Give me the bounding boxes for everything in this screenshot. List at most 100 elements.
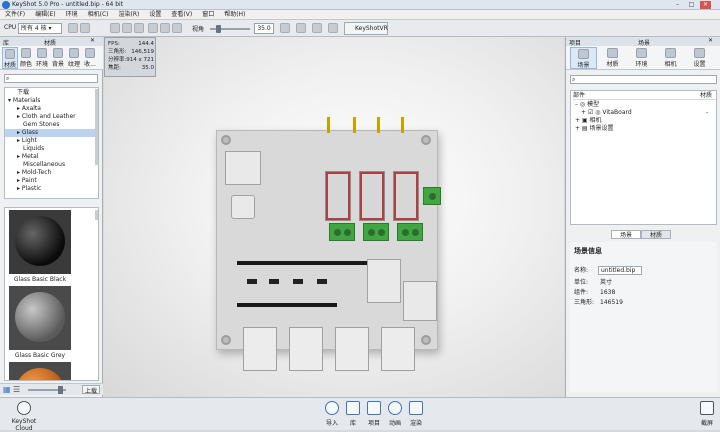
thumb-label: Glass Basic Black	[13, 276, 67, 283]
tree-item[interactable]: ▸ Cloth and Leather	[5, 113, 98, 121]
tree-item[interactable]: ▸ Paint	[5, 177, 98, 185]
tree-item[interactable]: ▸ Axalta	[5, 105, 98, 113]
tree-item-materials[interactable]: ▾ Materials	[5, 97, 98, 105]
tree-item[interactable]: ▸ Plastic	[5, 185, 98, 193]
library-button[interactable]: 库	[344, 401, 362, 427]
tree-item-models[interactable]: – ◎ 模型	[573, 101, 716, 109]
material-thumb-partial[interactable]	[9, 362, 71, 380]
keyshotvr-button[interactable]: KeyShotVR	[344, 22, 388, 35]
component-box	[367, 259, 401, 303]
tree-item[interactable]: Liquids	[5, 145, 98, 153]
gear-icon	[694, 48, 705, 58]
grid-icon[interactable]	[296, 23, 306, 33]
render-viewport[interactable]: FPS: 144.4 三角形: 146,519 分辨率: 914 x 721 焦距: 3…	[104, 37, 564, 397]
subtab-material[interactable]: 材质	[641, 230, 671, 239]
screenshot-button[interactable]: 截屏	[698, 401, 716, 427]
tree-item-scene-settings[interactable]: + ▤ 场景设置	[573, 125, 716, 133]
fov-input[interactable]: 35.0	[254, 23, 274, 34]
tab-materials[interactable]: 材质	[2, 47, 18, 69]
fit-view-icon[interactable]	[122, 23, 132, 33]
relay	[325, 171, 351, 221]
close-icon[interactable]: ✕	[700, 1, 711, 9]
tab-textures[interactable]: 纹理	[66, 47, 82, 69]
menu-render[interactable]: 渲染(R)	[114, 10, 145, 19]
project-button[interactable]: 项目	[365, 401, 383, 427]
refresh-icon[interactable]	[148, 23, 158, 33]
rj45-jack	[289, 327, 323, 371]
performance-mode-icon[interactable]	[80, 23, 90, 33]
tab-environments[interactable]: 环境	[34, 47, 50, 69]
subtab-scene[interactable]: 场景	[611, 230, 641, 239]
library-search-input[interactable]: ⌕	[4, 74, 98, 83]
tree-item-cameras[interactable]: + ▣ 相机	[573, 117, 716, 125]
grid-view-icon[interactable]: ▦	[3, 385, 11, 394]
menu-help[interactable]: 帮助(H)	[219, 10, 250, 19]
scene-name-field[interactable]: untitled.bip	[598, 266, 642, 275]
expand-icon[interactable]	[312, 23, 322, 33]
tab-favorites[interactable]: 收...	[82, 47, 98, 69]
menu-file[interactable]: 文件(F)	[0, 10, 30, 19]
panel-close-icon[interactable]: ✕	[90, 37, 95, 44]
tab-backplates[interactable]: 背景	[50, 47, 66, 69]
tree-item[interactable]: ▸ Mold-Tech	[5, 169, 98, 177]
menu-edit[interactable]: 编辑(E)	[30, 10, 60, 19]
parts-value: 1638	[600, 289, 616, 296]
camera-icon[interactable]	[110, 23, 120, 33]
project-tabs: 场景 材质 环境 相机 设置	[566, 46, 720, 70]
keyshot-cloud-button[interactable]: KeyShot Cloud	[4, 401, 44, 432]
tab-settings[interactable]: 设置	[686, 47, 713, 69]
menu-window[interactable]: 窗口	[197, 10, 219, 19]
render-button[interactable]: 渲染	[407, 401, 425, 427]
tab-material[interactable]: 材质	[599, 47, 626, 69]
perspective-icon[interactable]	[134, 23, 144, 33]
tree-item[interactable]: ▸ Light	[5, 137, 98, 145]
cpu-cores-select[interactable]: 所有 4 核 ▾	[18, 23, 62, 34]
screenshot-icon[interactable]	[280, 23, 290, 33]
import-button[interactable]: 导入	[323, 401, 341, 427]
minimize-icon[interactable]: –	[672, 1, 683, 9]
star-icon	[85, 48, 95, 58]
panel-close-icon[interactable]: ✕	[708, 37, 713, 44]
menu-settings[interactable]: 设置	[144, 10, 166, 19]
thumbnail-size-handle[interactable]	[58, 386, 63, 394]
tree-scrollbar[interactable]	[95, 89, 98, 165]
tree-item-vitaboard[interactable]: + ☑ ◎ VitaBoard -	[573, 109, 716, 117]
tree-item-downloads[interactable]: 下载	[5, 89, 98, 97]
gear-icon[interactable]	[328, 23, 338, 33]
upload-button[interactable]: 上载	[82, 385, 101, 395]
library-header: 库 材质 ✕	[0, 37, 103, 47]
pause-icon[interactable]	[68, 23, 78, 33]
arrow-down-icon[interactable]	[172, 23, 182, 33]
list-view-icon[interactable]: ☰	[13, 385, 20, 394]
chip	[269, 279, 279, 284]
menu-environment[interactable]: 环境	[61, 10, 83, 19]
thumbs-scrollbar[interactable]	[95, 210, 98, 220]
maximize-icon[interactable]: □	[686, 1, 697, 9]
tab-scene[interactable]: 场景	[570, 47, 597, 69]
pin	[353, 117, 356, 133]
thumb-label: Glass Basic Grey	[14, 352, 66, 359]
tab-camera[interactable]: 相机	[657, 47, 684, 69]
tree-item[interactable]: Gem Stones	[5, 121, 98, 129]
chip	[247, 279, 257, 284]
material-thumb-glass-basic-black[interactable]	[9, 210, 71, 274]
menu-view[interactable]: 查看(V)	[166, 10, 197, 19]
material-thumb-glass-basic-grey[interactable]	[9, 286, 71, 350]
tab-colors[interactable]: 颜色	[18, 47, 34, 69]
toolbar: CPU 所有 4 核 ▾ 视角 35.0 KeyShotVR	[0, 20, 720, 37]
terminal-block	[329, 223, 355, 241]
mount-hole	[221, 335, 231, 345]
environment-icon	[37, 48, 47, 58]
tree-item[interactable]: Miscellaneous	[5, 161, 98, 169]
rj45-jack	[335, 327, 369, 371]
triangles-value: 146519	[600, 299, 623, 306]
fov-slider-handle[interactable]	[216, 25, 221, 33]
arrow-up-icon[interactable]	[160, 23, 170, 33]
scene-search-input[interactable]: ⌕	[570, 75, 717, 84]
tree-item[interactable]: ▸ Metal	[5, 153, 98, 161]
tab-environment[interactable]: 环境	[628, 47, 655, 69]
sphere-icon	[5, 49, 15, 59]
tree-item-selected[interactable]: ▸ Glass	[5, 129, 98, 137]
menu-camera[interactable]: 相机(C)	[83, 10, 114, 19]
animation-button[interactable]: 动画	[386, 401, 404, 427]
